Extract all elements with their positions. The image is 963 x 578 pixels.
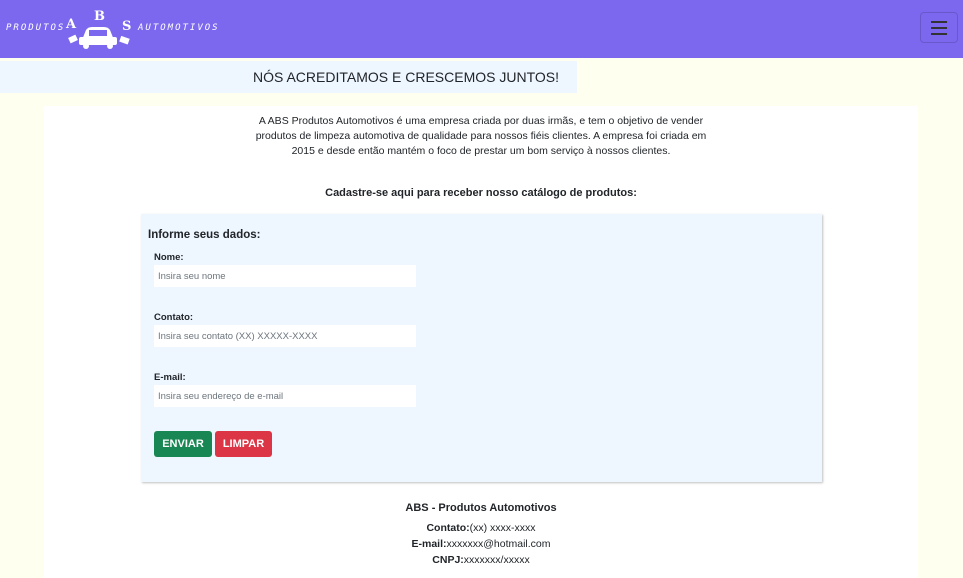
footer-contact: Contato:(xx) xxxx-xxxx bbox=[44, 520, 918, 536]
footer-cnpj: CNPJ:xxxxxxx/xxxxx bbox=[44, 552, 918, 568]
contact-input[interactable] bbox=[154, 325, 416, 347]
footer-contact-value: (xx) xxxx-xxxx bbox=[469, 522, 536, 534]
hamburger-menu-icon bbox=[931, 21, 947, 23]
logo-letter-a: A bbox=[65, 17, 77, 32]
logo-text-left: PRODUTOS bbox=[6, 23, 66, 33]
form-title: Informe seus dados: bbox=[148, 229, 261, 241]
slogan-banner: NÓS ACREDITAMOS E CRESCEMOS JUNTOS! bbox=[0, 61, 577, 93]
hamburger-menu-icon-bar bbox=[931, 33, 947, 35]
footer-email-value: xxxxxxx@hotmail.com bbox=[446, 538, 551, 550]
hamburger-menu-button[interactable] bbox=[920, 12, 958, 43]
about-paragraph: A ABS Produtos Automotivos é uma empresa… bbox=[255, 115, 707, 157]
footer-contact-key: Contato: bbox=[426, 522, 470, 534]
signup-heading: Cadastre-se aqui para receber nosso catá… bbox=[325, 187, 637, 199]
send-button[interactable]: ENVIAR bbox=[154, 431, 212, 457]
main-content: A ABS Produtos Automotivos é uma empresa… bbox=[44, 106, 918, 578]
navbar: PRODUTOS A B S AUTOMOTIVOS bbox=[0, 0, 963, 58]
brand-logo[interactable]: PRODUTOS A B S AUTOMOTIVOS bbox=[6, 6, 218, 50]
name-input[interactable] bbox=[154, 265, 416, 287]
car-logo-icon: A B S bbox=[65, 9, 131, 49]
signup-form: Informe seus dados: Nome: Contato: E-mai… bbox=[141, 214, 822, 482]
logo-text-right: AUTOMOTIVOS bbox=[138, 23, 220, 33]
logo-letter-s: S bbox=[122, 19, 131, 34]
name-label: Nome: bbox=[154, 252, 184, 263]
email-label: E-mail: bbox=[154, 372, 186, 383]
slogan-text: NÓS ACREDITAMOS E CRESCEMOS JUNTOS! bbox=[253, 69, 559, 85]
clear-button[interactable]: LIMPAR bbox=[215, 431, 272, 457]
footer-email: E-mail:xxxxxxx@hotmail.com bbox=[44, 536, 918, 552]
email-input[interactable] bbox=[154, 385, 416, 407]
footer-email-key: E-mail: bbox=[411, 538, 447, 550]
footer-title: ABS - Produtos Automotivos bbox=[405, 502, 557, 514]
footer: ABS - Produtos Automotivos Contato:(xx) … bbox=[44, 502, 918, 568]
hamburger-menu-icon-bar bbox=[931, 27, 947, 29]
contact-label: Contato: bbox=[154, 312, 194, 323]
footer-cnpj-value: xxxxxxx/xxxxx bbox=[463, 554, 530, 566]
footer-cnpj-key: CNPJ: bbox=[432, 554, 464, 566]
logo-letter-b: B bbox=[94, 9, 105, 24]
